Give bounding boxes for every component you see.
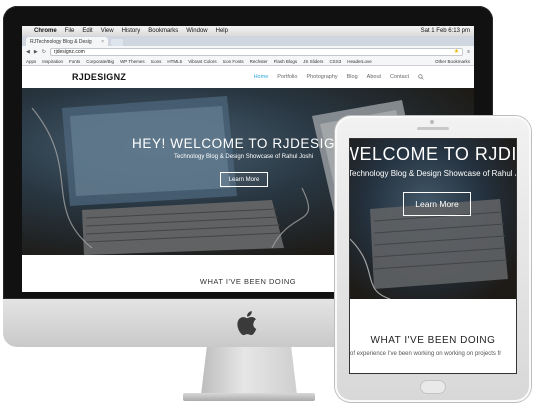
new-tab-button[interactable] [111,39,123,46]
phone-learn-more-button[interactable]: Learn More [403,192,471,216]
phone-hero-subtitle: Technology Blog & Design Showcase of Rah… [350,169,517,178]
apple-logo-icon [237,311,257,336]
hero-subtitle: Technology Blog & Design Showcase of Rah… [174,154,314,160]
menu-icon[interactable]: ≡ [467,49,470,55]
phone-hero-title: WELCOME TO RJDI [350,144,517,164]
menubar-item-file[interactable]: File [65,28,75,34]
phone-mockup: WELCOME TO RJDI Technology Blog & Design… [335,116,531,402]
phone-speaker [417,127,449,130]
learn-more-button[interactable]: Learn More [220,172,268,187]
browser-tab[interactable]: RJTechnology Blog & Desig × [26,37,108,46]
bookmark-item[interactable]: JS Sliders [303,59,323,64]
back-icon[interactable]: ◀ [26,49,30,55]
menubar-item-edit[interactable]: Edit [82,28,92,34]
phone-section-body: of experience I've been working on worki… [350,351,502,357]
bookmark-item[interactable]: HTML5 [167,59,182,64]
nav-contact[interactable]: Contact [390,74,409,80]
nav-home[interactable]: Home [254,74,269,80]
site-logo[interactable]: RJDESIGNZ [72,72,126,82]
hero-title: HEY! WELCOME TO RJDESIGNZ [132,136,355,151]
bookmark-item[interactable]: HeaderLove [347,59,372,64]
bookmark-item[interactable]: Inspiration [42,59,63,64]
phone-hero-banner: WELCOME TO RJDI Technology Blog & Design… [350,139,517,299]
phone-screen: WELCOME TO RJDI Technology Blog & Design… [349,138,517,374]
bookmark-item[interactable]: Flash Blogs [274,59,298,64]
bookmark-item[interactable]: Icons [151,59,162,64]
forward-icon[interactable]: ▶ [34,49,38,55]
menubar-app-name[interactable]: Chrome [34,28,57,34]
nav-blog[interactable]: Blog [347,74,358,80]
bookmark-item[interactable]: Apps [26,59,36,64]
bookmarks-bar: Apps Inspiration Fonts Corporate/Big WP … [22,57,474,66]
imac-stand-foot [183,393,315,401]
imac-stand-neck [201,347,297,395]
menubar-item-view[interactable]: View [101,28,114,34]
browser-toolbar: ◀ ▶ ↻ rjdesignz.com ★ ≡ [22,46,474,57]
menubar-item-history[interactable]: History [122,28,141,34]
nav-photography[interactable]: Photography [306,74,337,80]
site-nav: Home Portfolio Photography Blog About Co… [254,74,424,80]
menubar-item-help[interactable]: Help [216,28,228,34]
phone-camera [430,120,434,124]
bookmark-item[interactable]: Fonts [69,59,80,64]
bookmark-item[interactable]: CSS3 [329,59,341,64]
menubar-item-window[interactable]: Window [186,28,207,34]
bookmark-item[interactable]: Corporate/Big [86,59,114,64]
menubar-item-bookmarks[interactable]: Bookmarks [148,28,178,34]
menubar-clock: Sat 1 Feb 6:13 pm [420,28,470,34]
address-bar[interactable]: rjdesignz.com ★ [49,47,464,56]
bookmark-item[interactable]: Icon Fonts [223,59,244,64]
phone-home-button[interactable] [420,380,446,394]
phone-section-title: WHAT I'VE BEEN DOING [370,335,496,346]
site-header: RJDESIGNZ Home Portfolio Photography Blo… [22,66,474,88]
reload-icon[interactable]: ↻ [42,49,46,55]
tab-title: RJTechnology Blog & Desig [30,38,92,45]
other-bookmarks[interactable]: Other Bookmarks [435,59,470,64]
close-icon[interactable]: × [101,39,104,45]
browser-tabstrip: RJTechnology Blog & Desig × [22,36,474,46]
bookmark-item[interactable]: WP Themes [120,59,145,64]
mac-menubar: Chrome File Edit View History Bookmarks … [22,26,474,36]
star-icon[interactable]: ★ [454,48,459,55]
search-icon[interactable] [418,74,424,80]
url-text: rjdesignz.com [53,48,85,55]
nav-portfolio[interactable]: Portfolio [277,74,297,80]
bookmark-item[interactable]: Vibrant Colors [188,59,216,64]
bookmark-item[interactable]: Rechster [250,59,268,64]
nav-about[interactable]: About [367,74,381,80]
